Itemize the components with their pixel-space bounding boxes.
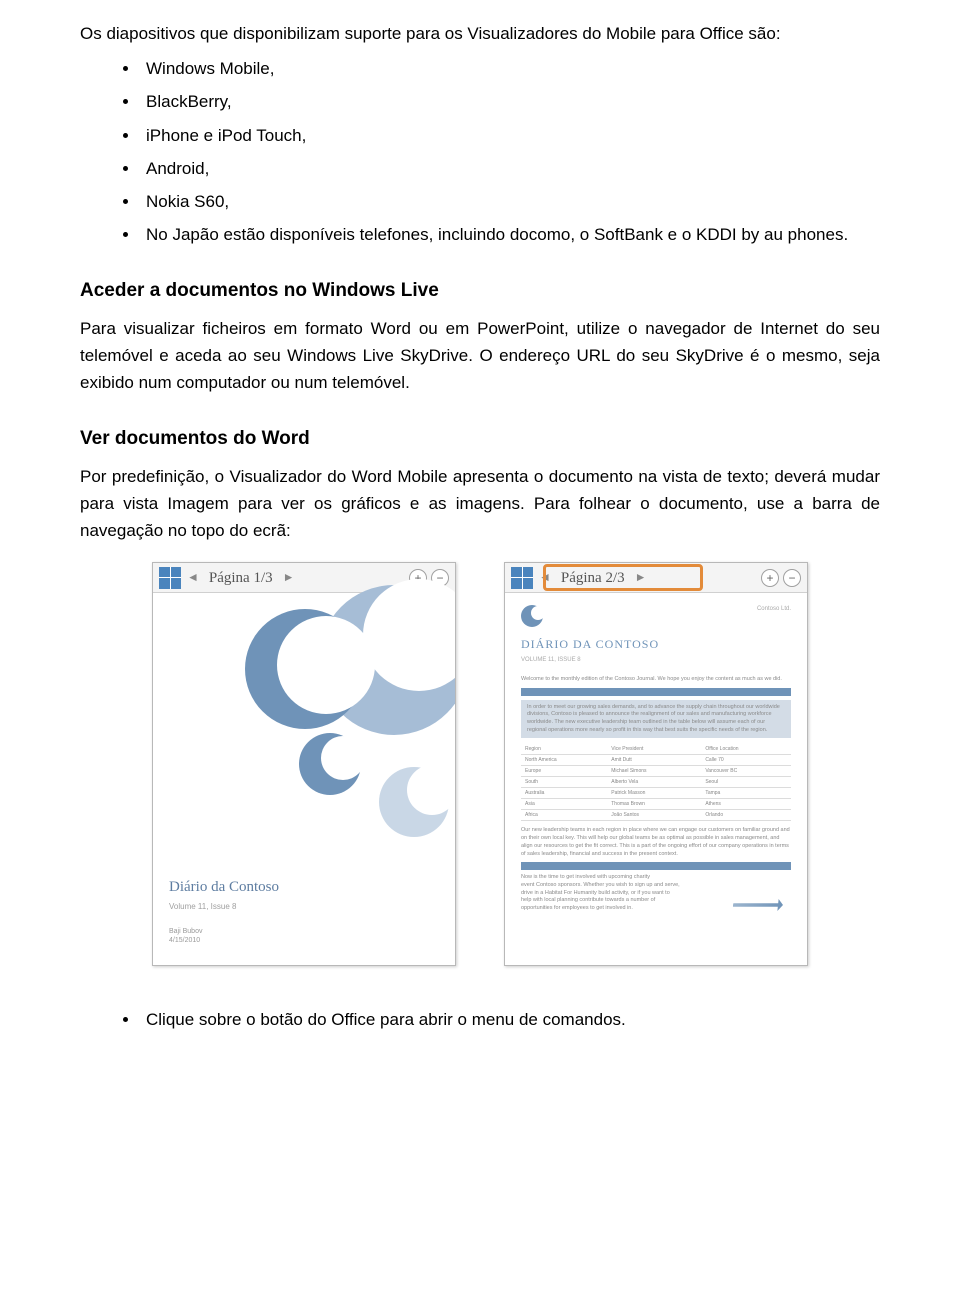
footer-instruction-list: Clique sobre o botão do Office para abri…: [80, 1006, 880, 1033]
zoom-in-button[interactable]: +: [761, 569, 779, 587]
newsletter-text: Our new leadership teams in each region …: [521, 827, 791, 858]
prev-page-button[interactable]: ◄: [537, 568, 553, 587]
screenshots-row: ◄ Página 1/3 ► + − Diário da Contoso Vol…: [80, 562, 880, 966]
document-page-preview: Contoso Ltd. DIÁRIO DA CONTOSO VOLUME 11…: [505, 593, 807, 965]
document-subtitle: Volume 11, Issue 8: [169, 901, 439, 914]
newsletter-title: DIÁRIO DA CONTOSO: [521, 635, 791, 654]
office-logo-icon[interactable]: [511, 567, 533, 589]
next-page-button[interactable]: ►: [281, 568, 297, 587]
cover-art: [169, 605, 439, 855]
heading-ver-documentos: Ver documentos do Word: [80, 424, 880, 454]
newsletter-callout: In order to meet our growing sales deman…: [521, 700, 791, 739]
page-indicator: Página 1/3: [205, 566, 277, 590]
newsletter-heading-band: [521, 862, 791, 870]
viewer-nav-bar: ◄ Página 2/3 ► + −: [505, 563, 807, 593]
newsletter-text: Welcome to the monthly edition of the Co…: [521, 676, 791, 684]
list-item: Nokia S60,: [140, 188, 880, 215]
office-logo-icon[interactable]: [159, 567, 181, 589]
newsletter-arrow-icon: [719, 895, 789, 917]
section1-body: Para visualizar ficheiros em formato Wor…: [80, 315, 880, 397]
document-author: Baji Bubov4/15/2010: [169, 927, 202, 945]
list-item: Clique sobre o botão do Office para abri…: [140, 1006, 880, 1033]
page-indicator: Página 2/3: [557, 566, 629, 590]
mobile-screenshot-page2: ◄ Página 2/3 ► + − Contoso Ltd. DIÁRIO D…: [504, 562, 808, 966]
list-item: Android,: [140, 155, 880, 182]
newsletter-date: Contoso Ltd.: [757, 605, 791, 615]
list-item: No Japão estão disponíveis telefones, in…: [140, 221, 880, 248]
newsletter-table: RegionVice PresidentOffice Location Nort…: [521, 744, 791, 821]
list-item: Windows Mobile,: [140, 55, 880, 82]
zoom-out-button[interactable]: −: [783, 569, 801, 587]
list-item: BlackBerry,: [140, 88, 880, 115]
document-title: Diário da Contoso: [169, 875, 439, 899]
mobile-screenshot-page1: ◄ Página 1/3 ► + − Diário da Contoso Vol…: [152, 562, 456, 966]
newsletter-logo-icon: [521, 605, 543, 627]
intro-paragraph: Os diapositivos que disponibilizam supor…: [80, 20, 880, 47]
document-page-preview: Diário da Contoso Volume 11, Issue 8 Baj…: [153, 593, 455, 965]
heading-aceder-windows-live: Aceder a documentos no Windows Live: [80, 276, 880, 306]
device-list: Windows Mobile, BlackBerry, iPhone e iPo…: [80, 55, 880, 248]
prev-page-button[interactable]: ◄: [185, 568, 201, 587]
newsletter-volume: VOLUME 11, ISSUE 8: [521, 656, 791, 666]
section2-body: Por predefinição, o Visualizador do Word…: [80, 463, 880, 545]
next-page-button[interactable]: ►: [633, 568, 649, 587]
list-item: iPhone e iPod Touch,: [140, 122, 880, 149]
newsletter-heading-band: [521, 688, 791, 696]
